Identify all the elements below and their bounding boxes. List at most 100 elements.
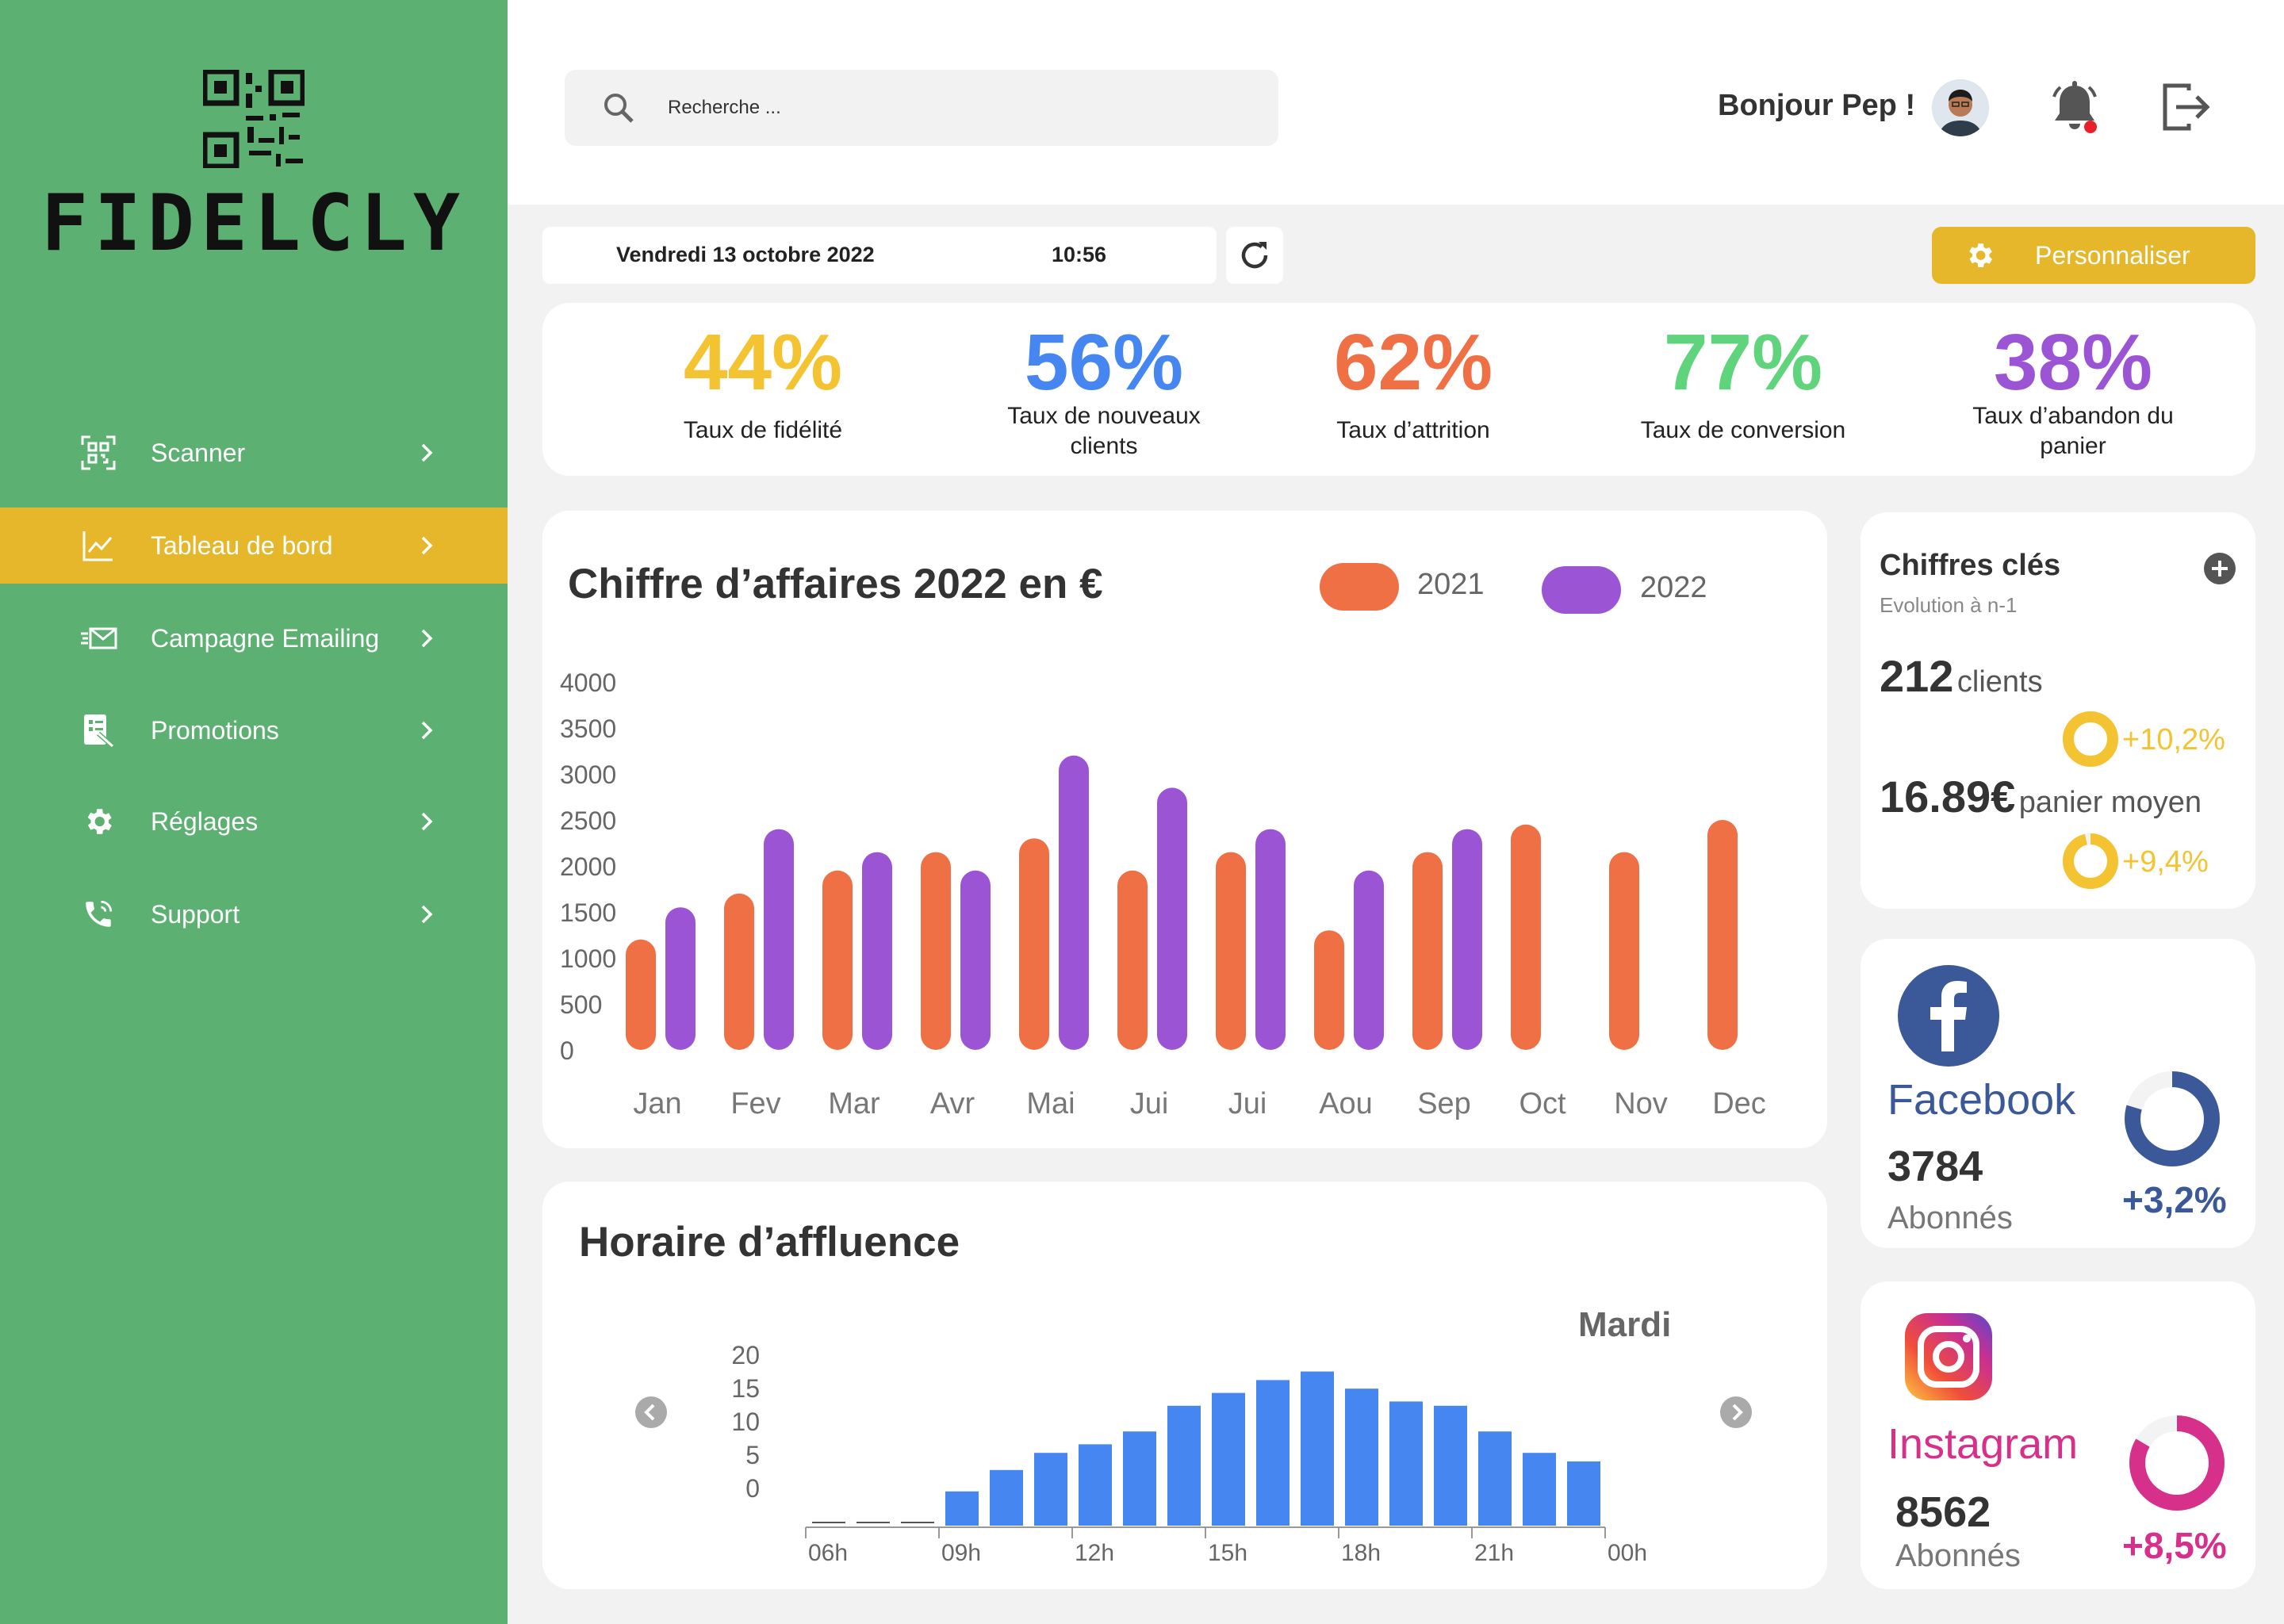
y-tick-label: 500 xyxy=(560,990,602,1019)
sidebar-item-label: Support xyxy=(151,899,240,929)
traffic-bar xyxy=(1434,1405,1467,1526)
traffic-bar xyxy=(1212,1392,1245,1526)
sidebar-item-label: Réglages xyxy=(151,806,259,836)
sidebar-item-label: Campagne Emailing xyxy=(151,623,380,653)
revenue-bar-2021 xyxy=(1314,930,1344,1050)
x-tick-label: Mai xyxy=(1026,1087,1075,1120)
brand-name: FIDELCLY xyxy=(40,178,466,269)
sidebar-item-support[interactable]: Support xyxy=(0,876,508,952)
facebook-icon[interactable] xyxy=(1897,964,2000,1067)
y-tick-label: 1500 xyxy=(560,898,616,927)
x-tick-label: Avr xyxy=(930,1087,975,1120)
revenue-bar-2021 xyxy=(921,852,951,1050)
traffic-bar xyxy=(1478,1431,1512,1526)
facebook-card: Facebook 3784 Abonnés +3,2% xyxy=(1861,939,2255,1248)
promotions-icon xyxy=(79,711,117,749)
search-input[interactable] xyxy=(668,86,1223,130)
key-figures-card: Chiffres clés Evolution à n-1 212 client… xyxy=(1861,512,2255,909)
clients-unit: clients xyxy=(1956,665,2043,699)
search-bar[interactable] xyxy=(565,70,1278,146)
instagram-change: +8,5% xyxy=(2122,1525,2227,1566)
basket-value: 16.89€ xyxy=(1880,772,2016,822)
kpi-label: Taux d’attrition xyxy=(1336,417,1490,443)
personalize-button[interactable]: Personnaliser xyxy=(1932,227,2255,284)
current-time: 10:56 xyxy=(1052,243,1107,266)
revenue-bar-2022 xyxy=(665,907,696,1050)
y-tick-label: 15 xyxy=(731,1374,760,1403)
kpi-label: Taux de fidélité xyxy=(683,417,843,443)
revenue-bar-2021 xyxy=(822,870,853,1050)
refresh-button[interactable] xyxy=(1226,227,1283,284)
notification-bell-icon[interactable] xyxy=(2048,79,2102,136)
logout-icon[interactable] xyxy=(2157,79,2213,135)
x-tick-label: 12h xyxy=(1075,1540,1114,1566)
revenue-bar-2021 xyxy=(1117,870,1148,1050)
basket-change: +9,4% xyxy=(2122,845,2209,879)
traffic-bar xyxy=(1256,1380,1290,1526)
kpi-value: 62% xyxy=(1333,318,1493,407)
x-tick-label: Aou xyxy=(1319,1087,1373,1120)
chevron-right-icon xyxy=(421,812,433,831)
clients-progress-ring xyxy=(2063,711,2118,767)
kpi-label: panier xyxy=(2040,433,2106,459)
x-tick-label: 18h xyxy=(1341,1540,1381,1566)
y-tick-label: 1000 xyxy=(560,944,616,973)
traffic-bar xyxy=(1523,1453,1556,1526)
basket-unit: panier moyen xyxy=(2018,786,2202,819)
chart-line-icon xyxy=(79,527,117,565)
x-tick-label: Sep xyxy=(1417,1087,1471,1120)
traffic-bar xyxy=(1567,1461,1600,1526)
greeting: Bonjour Pep ! xyxy=(1718,89,1916,122)
kpi-label: Taux de conversion xyxy=(1640,417,1846,443)
gear-icon xyxy=(79,802,117,841)
revenue-bar-2021 xyxy=(1609,852,1639,1050)
basket-progress-ring xyxy=(2063,833,2118,889)
personalize-label: Personnaliser xyxy=(2035,241,2190,270)
current-date: Vendredi 13 octobre 2022 xyxy=(616,243,875,266)
x-tick-label: 15h xyxy=(1208,1540,1247,1566)
kpi-label: Taux d’abandon du xyxy=(1972,403,2174,429)
revenue-bar-2021 xyxy=(1511,824,1541,1050)
traffic-bar xyxy=(1389,1401,1423,1526)
revenue-bar-2021 xyxy=(1707,820,1738,1050)
facebook-followers-label: Abonnés xyxy=(1887,1201,2013,1235)
x-tick-label: 00h xyxy=(1608,1540,1647,1566)
traffic-bar xyxy=(990,1469,1023,1526)
clients-value: 212 xyxy=(1880,651,1954,701)
y-tick-label: 5 xyxy=(745,1441,760,1469)
x-tick-label: 06h xyxy=(808,1540,848,1566)
revenue-bar-2021 xyxy=(1019,838,1049,1050)
traffic-bar xyxy=(1345,1388,1378,1526)
avatar[interactable] xyxy=(1932,79,1989,136)
phone-icon xyxy=(79,895,117,933)
revenue-bar-2022 xyxy=(1059,755,1089,1050)
kpi-value: 77% xyxy=(1663,318,1823,407)
x-tick-label: Fev xyxy=(730,1087,780,1120)
revenue-bar-2021 xyxy=(1412,852,1443,1050)
add-icon[interactable] xyxy=(2203,552,2236,585)
sidebar-item-promotions[interactable]: Promotions xyxy=(0,692,508,768)
traffic-bar xyxy=(1301,1371,1334,1526)
revenue-bar-2021 xyxy=(724,893,754,1050)
sidebar-item-scanner[interactable]: Scanner xyxy=(0,415,508,491)
revenue-bar-2021 xyxy=(626,939,656,1050)
kpi-strip: 44% Taux de fidélité 56% Taux de nouveau… xyxy=(542,303,2255,476)
facebook-followers: 3784 xyxy=(1887,1143,1983,1190)
kpi-value: 38% xyxy=(1993,318,2153,407)
refresh-icon xyxy=(1241,242,1268,269)
clients-change: +10,2% xyxy=(2122,723,2225,756)
legend-label-2022: 2022 xyxy=(1640,571,1707,604)
instagram-icon[interactable] xyxy=(1903,1312,1994,1402)
y-tick-label: 3000 xyxy=(560,760,616,789)
legend-swatch-2022 xyxy=(1542,566,1621,614)
x-tick-label: Nov xyxy=(1614,1087,1668,1120)
chevron-right-icon xyxy=(421,905,433,924)
sidebar-item-dashboard[interactable]: Tableau de bord xyxy=(0,508,508,584)
gear-icon xyxy=(1969,243,1992,267)
kpi-label: Taux de nouveaux xyxy=(1007,403,1201,429)
sidebar-item-settings[interactable]: Réglages xyxy=(0,783,508,860)
y-tick-label: 4000 xyxy=(560,668,616,697)
sidebar-item-emailing[interactable]: Campagne Emailing xyxy=(0,600,508,676)
revenue-bar-2022 xyxy=(764,829,794,1050)
basket-figure: 16.89€ panier moyen xyxy=(1880,771,2202,822)
